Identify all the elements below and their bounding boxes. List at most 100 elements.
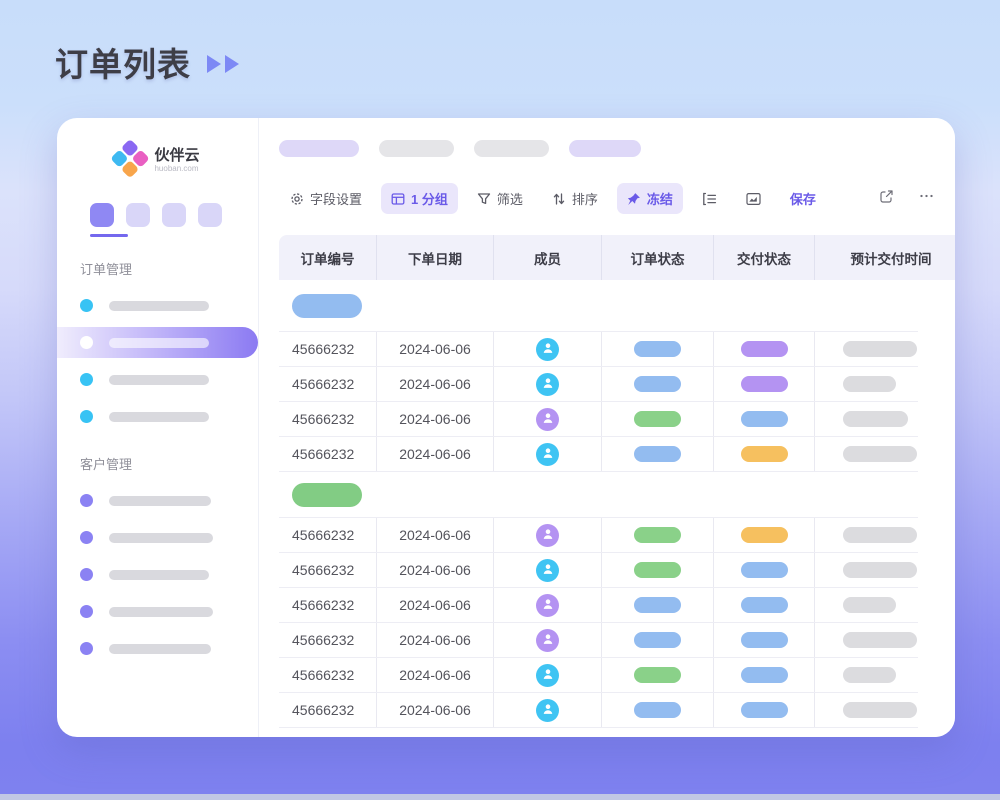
cell-member[interactable] xyxy=(494,402,602,436)
cell-order-status[interactable] xyxy=(602,402,714,436)
view-tab-placeholder[interactable] xyxy=(569,140,641,157)
cell-delivery-status[interactable] xyxy=(714,518,815,552)
cell-eta[interactable] xyxy=(815,553,918,587)
group-label-pill[interactable] xyxy=(292,483,362,507)
cell-member[interactable] xyxy=(494,623,602,657)
sidebar-item[interactable] xyxy=(57,485,258,516)
group-header-row[interactable] xyxy=(279,280,918,332)
group-header-row[interactable] xyxy=(279,472,918,518)
cell-order-number[interactable]: 45666232 xyxy=(279,693,377,727)
toolbar-chart-button[interactable] xyxy=(736,186,771,212)
cell-delivery-status[interactable] xyxy=(714,332,815,366)
cell-order-date[interactable]: 2024-06-06 xyxy=(377,367,494,401)
cell-eta[interactable] xyxy=(815,623,918,657)
view-tab-placeholder[interactable] xyxy=(279,140,359,157)
cell-eta[interactable] xyxy=(815,437,918,471)
cell-order-status[interactable] xyxy=(602,332,714,366)
cell-order-status[interactable] xyxy=(602,588,714,622)
cell-order-status[interactable] xyxy=(602,553,714,587)
cell-order-number[interactable]: 45666232 xyxy=(279,658,377,692)
cell-delivery-status[interactable] xyxy=(714,367,815,401)
cell-order-number[interactable]: 45666232 xyxy=(279,553,377,587)
eta-placeholder-pill xyxy=(843,702,917,718)
cell-delivery-status[interactable] xyxy=(714,658,815,692)
toolbar-row-height-button[interactable] xyxy=(692,186,727,212)
column-header[interactable]: 下单日期 xyxy=(377,235,494,280)
cell-order-number[interactable]: 45666232 xyxy=(279,332,377,366)
sidebar-item[interactable] xyxy=(57,522,258,553)
cell-delivery-status[interactable] xyxy=(714,553,815,587)
toolbar-freeze-button[interactable]: 冻结 xyxy=(617,183,683,214)
toolbar-save-button[interactable]: 保存 xyxy=(780,183,826,214)
cell-order-status[interactable] xyxy=(602,623,714,657)
column-header[interactable]: 订单编号 xyxy=(279,235,377,280)
cell-delivery-status[interactable] xyxy=(714,588,815,622)
cell-member[interactable] xyxy=(494,588,602,622)
cell-order-number[interactable]: 45666232 xyxy=(279,518,377,552)
cell-member[interactable] xyxy=(494,518,602,552)
cell-order-status[interactable] xyxy=(602,693,714,727)
cell-eta[interactable] xyxy=(815,588,918,622)
cell-delivery-status[interactable] xyxy=(714,402,815,436)
view-tab-placeholder[interactable] xyxy=(474,140,549,157)
toolbar-more-button[interactable] xyxy=(914,185,939,212)
cell-delivery-status[interactable] xyxy=(714,437,815,471)
view-tab-placeholder[interactable] xyxy=(379,140,454,157)
toolbar-filter-button[interactable]: 筛选 xyxy=(467,183,533,214)
cell-member[interactable] xyxy=(494,693,602,727)
sidebar-tab-icon[interactable] xyxy=(198,203,222,227)
cell-eta[interactable] xyxy=(815,518,918,552)
cell-order-date[interactable]: 2024-06-06 xyxy=(377,553,494,587)
cell-eta[interactable] xyxy=(815,367,918,401)
sidebar-item-active[interactable] xyxy=(57,327,258,358)
sidebar-item[interactable] xyxy=(57,596,258,627)
sidebar-item[interactable] xyxy=(57,633,258,664)
column-header[interactable]: 订单状态 xyxy=(602,235,714,280)
cell-eta[interactable] xyxy=(815,693,918,727)
sidebar-item[interactable] xyxy=(57,401,258,432)
cell-order-status[interactable] xyxy=(602,367,714,401)
sidebar-item-dot-icon xyxy=(80,642,93,655)
cell-order-number[interactable]: 45666232 xyxy=(279,367,377,401)
cell-order-number[interactable]: 45666232 xyxy=(279,437,377,471)
sidebar-tab-icon[interactable] xyxy=(126,203,150,227)
cell-order-number[interactable]: 45666232 xyxy=(279,402,377,436)
group-label-pill[interactable] xyxy=(292,294,362,318)
cell-order-date[interactable]: 2024-06-06 xyxy=(377,588,494,622)
cell-order-date[interactable]: 2024-06-06 xyxy=(377,693,494,727)
sidebar-tab-icon[interactable] xyxy=(90,203,114,227)
toolbar-share-button[interactable] xyxy=(875,185,898,213)
cell-order-date[interactable]: 2024-06-06 xyxy=(377,332,494,366)
cell-member[interactable] xyxy=(494,553,602,587)
cell-member[interactable] xyxy=(494,367,602,401)
cell-eta[interactable] xyxy=(815,402,918,436)
cell-member[interactable] xyxy=(494,437,602,471)
cell-order-status[interactable] xyxy=(602,518,714,552)
column-header[interactable]: 交付状态 xyxy=(714,235,815,280)
cell-delivery-status[interactable] xyxy=(714,623,815,657)
toolbar-field-settings-button[interactable]: 字段设置 xyxy=(280,183,372,214)
cell-order-date[interactable]: 2024-06-06 xyxy=(377,658,494,692)
sidebar-item[interactable] xyxy=(57,364,258,395)
column-header[interactable]: 预计交付时间 xyxy=(815,235,955,280)
sidebar-item[interactable] xyxy=(57,290,258,321)
cell-member[interactable] xyxy=(494,332,602,366)
cell-order-status[interactable] xyxy=(602,658,714,692)
sidebar-section-label: 客户管理 xyxy=(80,454,258,473)
toolbar-group-button[interactable]: 1 分组 xyxy=(381,183,458,214)
cell-order-status[interactable] xyxy=(602,437,714,471)
column-header[interactable]: 成员 xyxy=(494,235,602,280)
sidebar-tab-icon[interactable] xyxy=(162,203,186,227)
cell-eta[interactable] xyxy=(815,332,918,366)
cell-order-date[interactable]: 2024-06-06 xyxy=(377,402,494,436)
cell-delivery-status[interactable] xyxy=(714,693,815,727)
cell-order-date[interactable]: 2024-06-06 xyxy=(377,518,494,552)
cell-eta[interactable] xyxy=(815,658,918,692)
cell-member[interactable] xyxy=(494,658,602,692)
toolbar-sort-button[interactable]: 排序 xyxy=(542,183,608,214)
sidebar-item[interactable] xyxy=(57,559,258,590)
cell-order-date[interactable]: 2024-06-06 xyxy=(377,623,494,657)
cell-order-number[interactable]: 45666232 xyxy=(279,588,377,622)
cell-order-date[interactable]: 2024-06-06 xyxy=(377,437,494,471)
cell-order-number[interactable]: 45666232 xyxy=(279,623,377,657)
